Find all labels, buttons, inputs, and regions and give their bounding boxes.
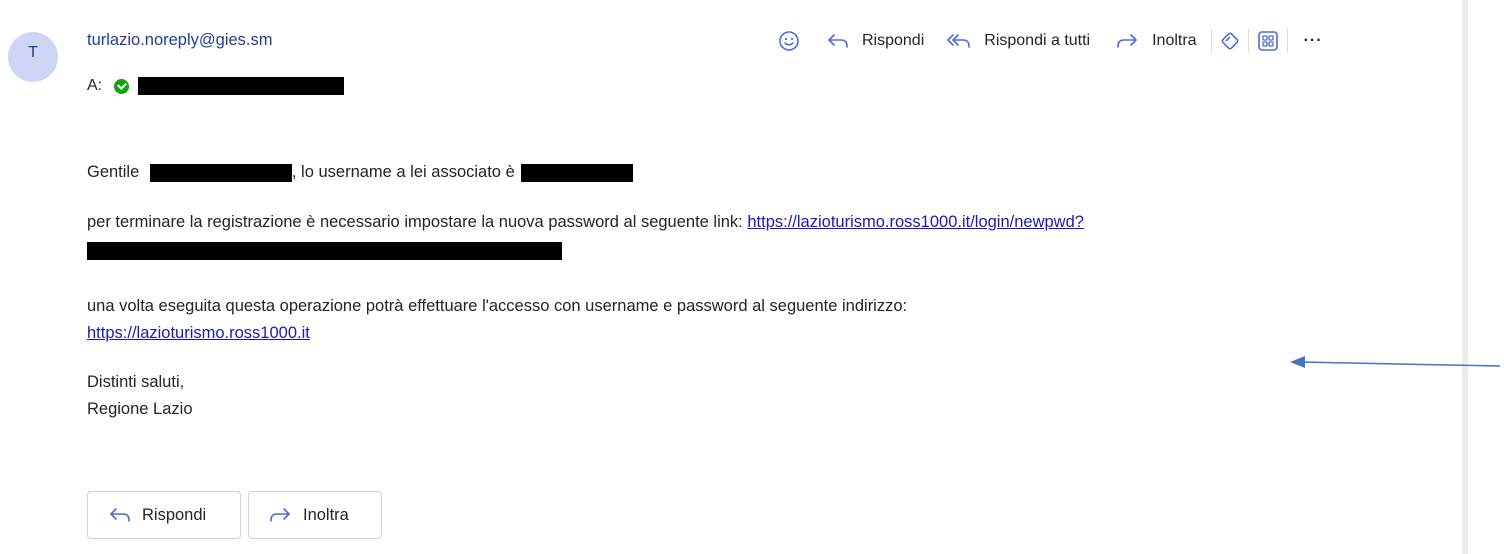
annotation-arrow-icon (1290, 356, 1501, 368)
